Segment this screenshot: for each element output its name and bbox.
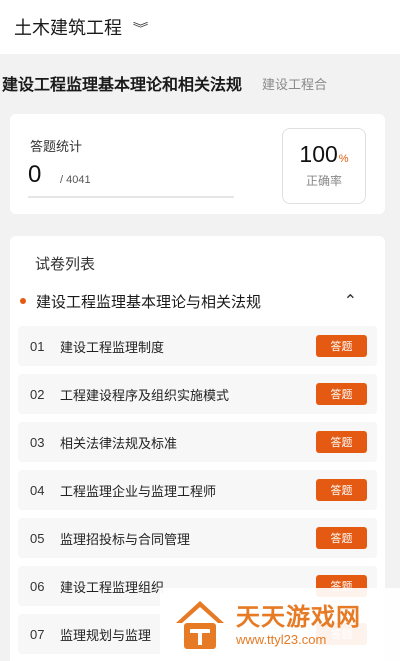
item-name: 建设工程监理制度 <box>60 340 165 356</box>
paper-group-title: 建设工程监理基本理论与相关法规 <box>36 292 262 311</box>
list-item[interactable]: 05 监理招投标与合同管理 答题 <box>18 518 377 558</box>
paper-list-title: 试卷列表 <box>35 255 96 273</box>
answered-count: 0 <box>28 161 42 188</box>
percent-symbol: % <box>338 153 349 165</box>
answered-label: 答题统计 <box>30 140 83 155</box>
paper-group-header[interactable]: 建设工程监理基本理论与相关法规 ⌃ <box>20 288 375 314</box>
answer-button[interactable]: 答题 <box>316 383 367 405</box>
item-number: 05 <box>30 530 45 546</box>
item-name: 监理规划与监理 <box>60 628 152 644</box>
chevron-up-icon[interactable]: ⌃ <box>344 291 357 310</box>
item-name: 监理招投标与合同管理 <box>60 532 191 548</box>
progress-bar <box>28 196 234 198</box>
list-item[interactable]: 04 工程监理企业与监理工程师 答题 <box>18 470 377 510</box>
answer-button[interactable]: 答题 <box>316 431 367 453</box>
chevron-double-down-icon[interactable]: ︾ <box>133 18 149 37</box>
bullet-dot-icon <box>20 298 26 304</box>
watermark-logo-icon <box>176 600 224 649</box>
watermark-name: 天天游戏网 <box>236 603 361 631</box>
total-count: / 4041 <box>60 174 91 186</box>
accuracy-box: 100% 正确率 <box>282 128 366 204</box>
tab-subject-active[interactable]: 建设工程监理基本理论和相关法规 <box>2 71 242 95</box>
item-number: 01 <box>30 338 45 354</box>
answer-button[interactable]: 答题 <box>316 335 367 357</box>
stats-card: 答题统计 0 / 4041 100% 正确率 <box>10 114 385 214</box>
item-name: 工程建设程序及组织实施模式 <box>60 388 230 404</box>
list-item[interactable]: 02 工程建设程序及组织实施模式 答题 <box>18 374 377 414</box>
subject-tabs: 建设工程监理基本理论和相关法规 建设工程合 <box>0 54 400 112</box>
item-name: 工程监理企业与监理工程师 <box>60 484 217 500</box>
item-number: 07 <box>30 626 45 642</box>
item-number: 03 <box>30 434 45 450</box>
answer-button[interactable]: 答题 <box>316 479 367 501</box>
watermark: 天天游戏网 www.ttyl23.com <box>160 588 400 661</box>
accuracy-label: 正确率 <box>305 174 342 188</box>
item-number: 06 <box>30 578 45 594</box>
watermark-url: www.ttyl23.com <box>236 632 327 647</box>
answer-button[interactable]: 答题 <box>316 527 367 549</box>
item-number: 02 <box>30 386 45 402</box>
list-item[interactable]: 01 建设工程监理制度 答题 <box>18 326 377 366</box>
accuracy-value: 100% <box>299 141 349 167</box>
top-bar: 土木建筑工程 ︾ <box>0 0 400 54</box>
category-selector[interactable]: 土木建筑工程 <box>14 14 122 40</box>
list-item[interactable]: 03 相关法律法规及标准 答题 <box>18 422 377 462</box>
item-name: 相关法律法规及标准 <box>60 436 178 452</box>
item-name: 建设工程监理组织 <box>60 580 165 596</box>
item-number: 04 <box>30 482 45 498</box>
tab-subject[interactable]: 建设工程合 <box>262 74 327 93</box>
